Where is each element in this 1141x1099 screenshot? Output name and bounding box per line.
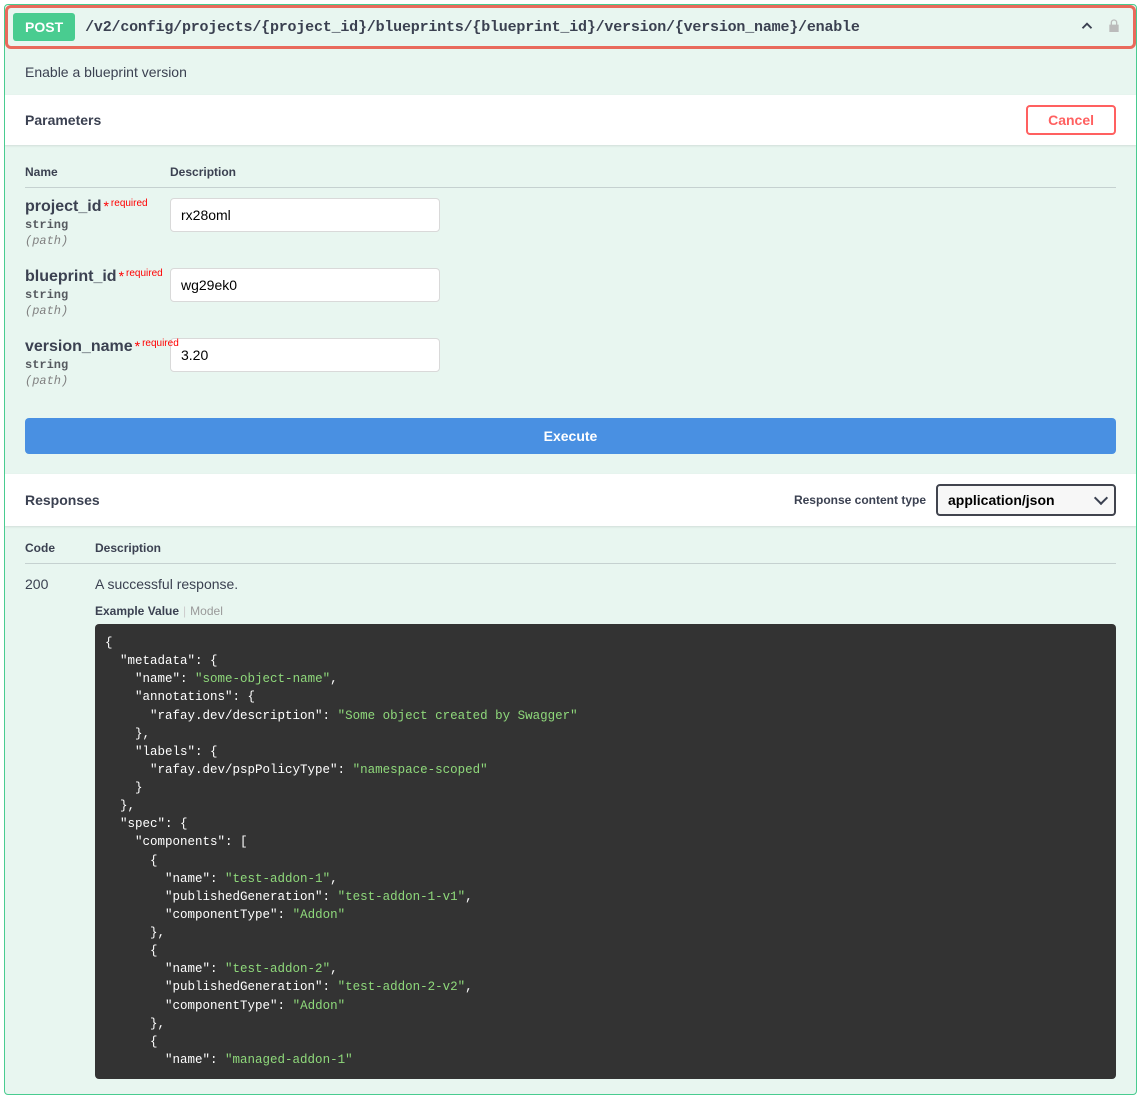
required-label: required <box>142 338 179 349</box>
required-label: required <box>126 268 163 279</box>
responses-title: Responses <box>25 492 100 508</box>
parameters-header: Parameters Cancel <box>5 95 1136 145</box>
execute-button[interactable]: Execute <box>25 418 1116 454</box>
param-type: string <box>25 286 170 304</box>
column-description: Description <box>170 165 1116 179</box>
tab-model[interactable]: Model <box>190 604 223 618</box>
response-row: 200 A successful response. Example Value… <box>25 576 1116 1079</box>
blueprint-id-input[interactable] <box>170 268 440 302</box>
parameter-row: project_id*required string (path) <box>25 188 1116 258</box>
responses-header: Responses Response content type applicat… <box>5 474 1136 526</box>
operation-summary[interactable]: POST /v2/config/projects/{project_id}/bl… <box>5 5 1136 49</box>
content-type-label: Response content type <box>794 493 926 507</box>
param-name: version_name <box>25 338 133 355</box>
endpoint-path: /v2/config/projects/{project_id}/bluepri… <box>75 19 1078 36</box>
param-in: (path) <box>25 374 170 388</box>
version-name-input[interactable] <box>170 338 440 372</box>
content-type-select[interactable]: application/json <box>936 484 1116 516</box>
param-type: string <box>25 356 170 374</box>
parameter-row: blueprint_id*required string (path) <box>25 258 1116 328</box>
operation-block: POST /v2/config/projects/{project_id}/bl… <box>4 4 1137 1095</box>
summary-controls <box>1078 17 1128 38</box>
column-code: Code <box>25 541 95 555</box>
operation-description: Enable a blueprint version <box>5 49 1136 95</box>
chevron-up-icon[interactable] <box>1078 17 1096 38</box>
method-badge: POST <box>13 13 75 41</box>
parameters-title: Parameters <box>25 112 101 128</box>
param-name: blueprint_id <box>25 268 117 285</box>
column-description: Description <box>95 541 1116 555</box>
parameter-row: version_name*required string (path) <box>25 328 1116 398</box>
param-type: string <box>25 216 170 234</box>
project-id-input[interactable] <box>170 198 440 232</box>
param-in: (path) <box>25 234 170 248</box>
required-star-icon: * <box>117 268 126 284</box>
parameters-table-head: Name Description <box>25 155 1116 188</box>
cancel-button[interactable]: Cancel <box>1026 105 1116 135</box>
param-in: (path) <box>25 304 170 318</box>
required-star-icon: * <box>133 338 142 354</box>
column-name: Name <box>25 165 170 179</box>
param-name: project_id <box>25 198 101 215</box>
example-value-code[interactable]: { "metadata": { "name": "some-object-nam… <box>95 624 1116 1079</box>
response-tabs: Example Value|Model <box>95 604 1116 618</box>
parameters-table: Name Description project_id*required str… <box>5 145 1136 418</box>
response-code: 200 <box>25 576 95 1079</box>
required-star-icon: * <box>101 198 110 214</box>
required-label: required <box>111 198 148 209</box>
response-description: A successful response. <box>95 576 1116 592</box>
responses-body: Code Description 200 A successful respon… <box>5 526 1136 1094</box>
lock-icon[interactable] <box>1106 17 1122 38</box>
tab-example-value[interactable]: Example Value <box>95 604 179 618</box>
